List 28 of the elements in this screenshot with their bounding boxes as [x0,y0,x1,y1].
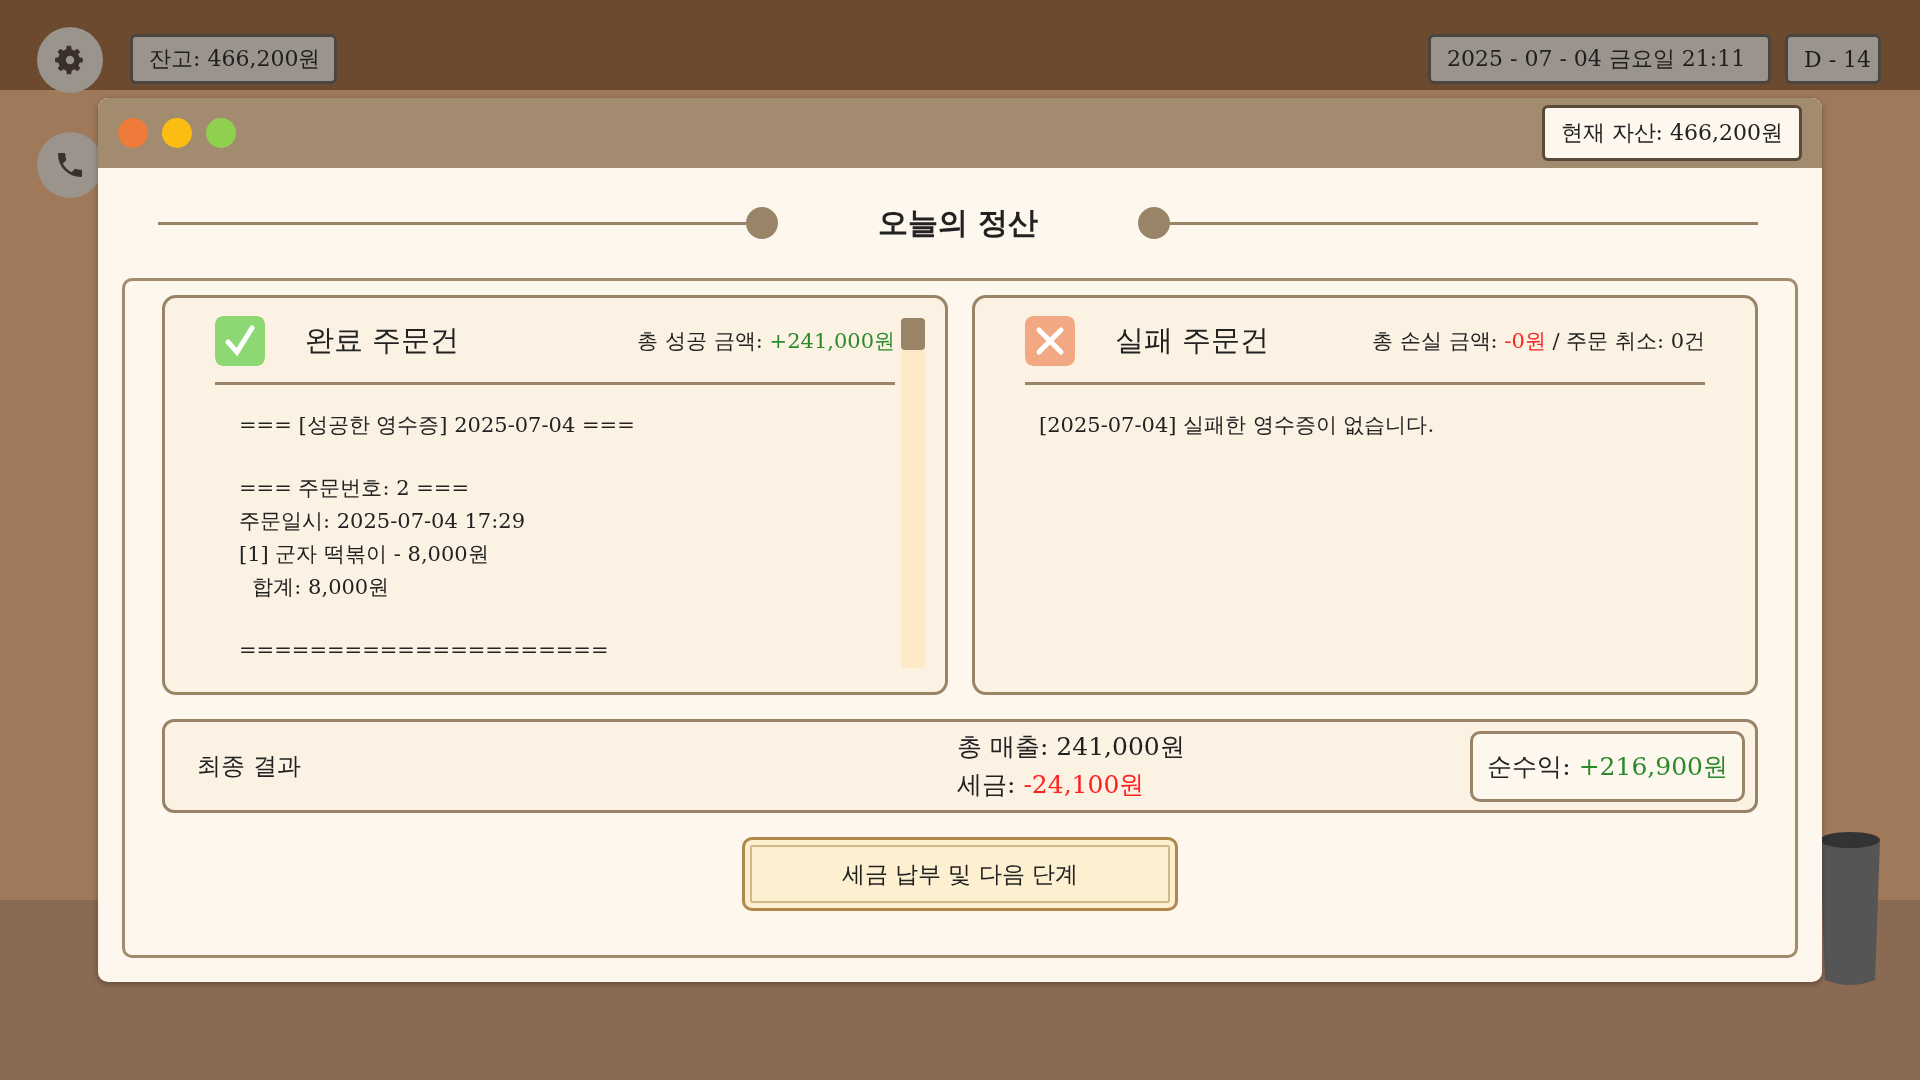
net-profit: 순수익: +216,900원 [1470,730,1745,802]
checkmark-icon [215,316,265,366]
tax-amount: 세금: -24,100원 [957,769,1146,801]
card-title: 실패 주문건 [1115,322,1270,359]
next-step-button[interactable]: 세금 납부 및 다음 단계 [742,837,1178,911]
current-assets-display: 현재 자산: 466,200원 [1541,105,1802,161]
loss-summary: 총 손실 금액: -0원 / 주문 취소: 0건 [1372,328,1705,355]
scrollbar[interactable] [901,318,925,668]
receipt-line: === 주문번호: 2 === [239,475,471,502]
balance-display: 잔고: 466,200원 [130,34,337,84]
maximize-window-button[interactable] [206,118,236,148]
card-title: 완료 주문건 [305,322,460,359]
cross-icon [1025,316,1075,366]
receipt-line: 합계: 8,000원 [251,574,391,601]
close-window-button[interactable] [118,118,148,148]
receipt-line: 주문일시: 2025-07-04 17:29 [239,508,527,535]
receipt-line: [2025-07-04] 실패한 영수증이 없습니다. [1039,412,1436,439]
total-sales: 총 매출: 241,000원 [957,731,1185,763]
scroll-thumb[interactable] [901,318,925,350]
receipt-line: === [성공한 영수증] 2025-07-04 === [239,412,636,439]
result-label: 최종 결과 [197,751,302,782]
receipt-line: [1] 군자 떡볶이 - 8,000원 [239,541,490,568]
date-display: 2025 - 07 - 04 금요일 21:11 [1428,34,1771,84]
window-title: 오늘의 정산 [876,203,1040,242]
receipt-line: ===================== [239,637,610,664]
success-total: 총 성공 금액: +241,000원 [637,328,895,355]
day-counter: D - 14 [1785,34,1881,84]
minimize-window-button[interactable] [162,118,192,148]
